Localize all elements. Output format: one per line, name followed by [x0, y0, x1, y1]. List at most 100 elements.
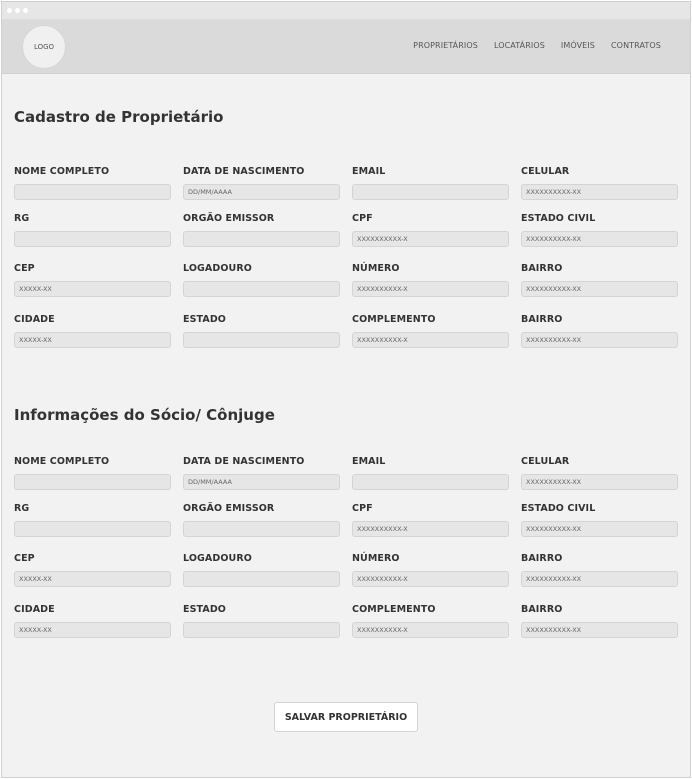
field-label: ESTADO CIVIL: [521, 503, 596, 514]
email-input[interactable]: [352, 184, 509, 200]
field-label: LOGADOURO: [183, 263, 252, 274]
field-label: BAIRRO: [521, 263, 563, 274]
form-field-bairro: BAIRRO XXXXXXXXXX-XX: [521, 314, 678, 348]
field-label: CPF: [352, 503, 373, 514]
data-de-nascimento-input[interactable]: DD/MM/AAAA: [183, 184, 340, 200]
field-label: CPF: [352, 213, 373, 224]
form-field-numero: NÚMERO XXXXXXXXXX-X: [352, 263, 509, 297]
cidade-input[interactable]: XXXXX-XX: [14, 332, 171, 348]
field-label: CEP: [14, 263, 35, 274]
field-label: NOME COMPLETO: [14, 456, 110, 467]
logadouro-input[interactable]: [183, 571, 340, 587]
field-label: RG: [14, 503, 30, 514]
bairro-input[interactable]: XXXXXXXXXX-XX: [521, 622, 678, 638]
field-label: CIDADE: [14, 314, 55, 325]
app-window: LOGO PROPRIETÁRIOS LOCATÁRIOS IMÓVEIS CO…: [1, 1, 691, 778]
nome-completo-input[interactable]: [14, 184, 171, 200]
form-field-cep: CEP XXXXX-XX: [14, 553, 171, 587]
save-owner-button[interactable]: SALVAR PROPRIETÁRIO: [274, 702, 418, 732]
rg-input[interactable]: [14, 231, 171, 247]
complemento-input[interactable]: XXXXXXXXXX-X: [352, 622, 509, 638]
form-field-orgao-emissor: ORGÃO EMISSOR: [183, 213, 340, 247]
field-label: ESTADO CIVIL: [521, 213, 596, 224]
nav-item-locatarios[interactable]: LOCATÁRIOS: [494, 41, 545, 50]
window-titlebar: [2, 2, 690, 20]
window-dot-icon[interactable]: [15, 8, 20, 13]
form-field-estado-civil: ESTADO CIVIL XXXXXXXXXX-XX: [521, 503, 678, 537]
form-field-nome-completo: NOME COMPLETO: [14, 166, 171, 200]
form-field-complemento: COMPLEMENTO XXXXXXXXXX-X: [352, 604, 509, 638]
bairro-input[interactable]: XXXXXXXXXX-XX: [521, 332, 678, 348]
celular-input[interactable]: XXXXXXXXXX-XX: [521, 474, 678, 490]
form-field-orgao-emissor: ORGÃO EMISSOR: [183, 503, 340, 537]
form-field-cpf: CPF XXXXXXXXXX-X: [352, 213, 509, 247]
estado-input[interactable]: [183, 622, 340, 638]
bairro-input[interactable]: XXXXXXXXXX-XX: [521, 281, 678, 297]
form-field-celular: CELULAR XXXXXXXXXX-XX: [521, 456, 678, 490]
email-input[interactable]: [352, 474, 509, 490]
form-field-nome-completo: NOME COMPLETO: [14, 456, 171, 490]
estado-civil-input[interactable]: XXXXXXXXXX-XX: [521, 521, 678, 537]
field-label: EMAIL: [352, 166, 386, 177]
field-label: CELULAR: [521, 166, 570, 177]
cpf-input[interactable]: XXXXXXXXXX-X: [352, 521, 509, 537]
field-label: BAIRRO: [521, 553, 563, 564]
form-field-estado-civil: ESTADO CIVIL XXXXXXXXXX-XX: [521, 213, 678, 247]
window-dot-icon[interactable]: [23, 8, 28, 13]
field-label: NÚMERO: [352, 553, 400, 564]
form-field-rg: RG: [14, 213, 171, 247]
cpf-input[interactable]: XXXXXXXXXX-X: [352, 231, 509, 247]
logo[interactable]: LOGO: [22, 25, 66, 69]
orgao-emissor-input[interactable]: [183, 231, 340, 247]
field-label: EMAIL: [352, 456, 386, 467]
field-label: ORGÃO EMISSOR: [183, 213, 275, 224]
field-label: ORGÃO EMISSOR: [183, 503, 275, 514]
form-field-email: EMAIL: [352, 166, 509, 200]
window-dot-icon[interactable]: [7, 8, 12, 13]
estado-input[interactable]: [183, 332, 340, 348]
cidade-input[interactable]: XXXXX-XX: [14, 622, 171, 638]
form-field-data-de-nascimento: DATA DE NASCIMENTO DD/MM/AAAA: [183, 166, 340, 200]
site-header: LOGO PROPRIETÁRIOS LOCATÁRIOS IMÓVEIS CO…: [2, 20, 690, 74]
form-field-cep: CEP XXXXX-XX: [14, 263, 171, 297]
field-label: CEP: [14, 553, 35, 564]
field-label: LOGADOURO: [183, 553, 252, 564]
form-field-cidade: CIDADE XXXXX-XX: [14, 604, 171, 638]
field-label: COMPLEMENTO: [352, 604, 436, 615]
form-field-logadouro: LOGADOURO: [183, 263, 340, 297]
logadouro-input[interactable]: [183, 281, 340, 297]
form-field-estado: ESTADO: [183, 314, 340, 348]
orgao-emissor-input[interactable]: [183, 521, 340, 537]
form-field-numero: NÚMERO XXXXXXXXXX-X: [352, 553, 509, 587]
section-title-spouse: Informações do Sócio/ Cônjuge: [14, 406, 275, 424]
field-label: ESTADO: [183, 604, 226, 615]
cep-input[interactable]: XXXXX-XX: [14, 281, 171, 297]
celular-input[interactable]: XXXXXXXXXX-XX: [521, 184, 678, 200]
numero-input[interactable]: XXXXXXXXXX-X: [352, 281, 509, 297]
nav-item-imoveis[interactable]: IMÓVEIS: [561, 41, 595, 50]
field-label: ESTADO: [183, 314, 226, 325]
form-field-estado: ESTADO: [183, 604, 340, 638]
nome-completo-input[interactable]: [14, 474, 171, 490]
nav-item-proprietarios[interactable]: PROPRIETÁRIOS: [413, 41, 478, 50]
field-label: BAIRRO: [521, 604, 563, 615]
form-field-celular: CELULAR XXXXXXXXXX-XX: [521, 166, 678, 200]
form-field-bairro: BAIRRO XXXXXXXXXX-XX: [521, 263, 678, 297]
complemento-input[interactable]: XXXXXXXXXX-X: [352, 332, 509, 348]
nav-item-contratos[interactable]: CONTRATOS: [611, 41, 661, 50]
numero-input[interactable]: XXXXXXXXXX-X: [352, 571, 509, 587]
field-label: CELULAR: [521, 456, 570, 467]
estado-civil-input[interactable]: XXXXXXXXXX-XX: [521, 231, 678, 247]
bairro-input[interactable]: XXXXXXXXXX-XX: [521, 571, 678, 587]
form-field-bairro: BAIRRO XXXXXXXXXX-XX: [521, 604, 678, 638]
rg-input[interactable]: [14, 521, 171, 537]
main-nav: PROPRIETÁRIOS LOCATÁRIOS IMÓVEIS CONTRAT…: [413, 41, 661, 50]
field-label: DATA DE NASCIMENTO: [183, 166, 305, 177]
cep-input[interactable]: XXXXX-XX: [14, 571, 171, 587]
field-label: BAIRRO: [521, 314, 563, 325]
field-label: NÚMERO: [352, 263, 400, 274]
form-field-complemento: COMPLEMENTO XXXXXXXXXX-X: [352, 314, 509, 348]
data-de-nascimento-input[interactable]: DD/MM/AAAA: [183, 474, 340, 490]
form-field-email: EMAIL: [352, 456, 509, 490]
field-label: DATA DE NASCIMENTO: [183, 456, 305, 467]
